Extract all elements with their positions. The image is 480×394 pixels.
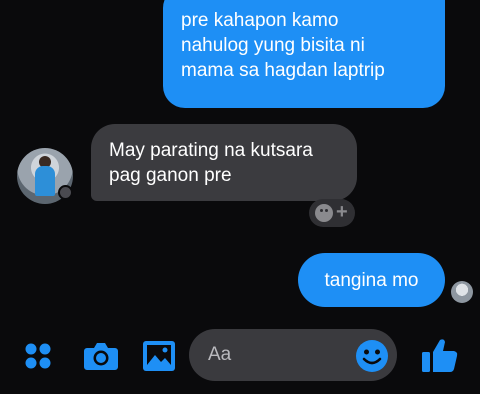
message-thread: pre kahapon kamo nahulog yung bisita ni …	[0, 0, 480, 320]
emoji-icon[interactable]	[355, 339, 389, 373]
image-icon[interactable]	[142, 340, 176, 372]
avatar-body	[35, 166, 55, 196]
message-bubble-outgoing[interactable]: pre kahapon kamo nahulog yung bisita ni …	[163, 0, 445, 108]
like-icon[interactable]	[421, 337, 459, 373]
message-bubble-outgoing[interactable]: tangina mo	[298, 253, 445, 307]
input-placeholder: Aa	[208, 344, 232, 365]
status-indicator	[58, 185, 73, 200]
message-bubble-incoming[interactable]: May parating na kutsara pag ganon pre	[91, 124, 357, 201]
plus-icon: +	[336, 201, 348, 223]
camera-icon[interactable]	[83, 341, 119, 371]
add-reaction-button[interactable]: +	[309, 199, 355, 227]
add-reaction-icon	[315, 204, 333, 222]
apps-icon[interactable]	[24, 342, 52, 370]
seen-receipt-avatar	[451, 281, 473, 303]
